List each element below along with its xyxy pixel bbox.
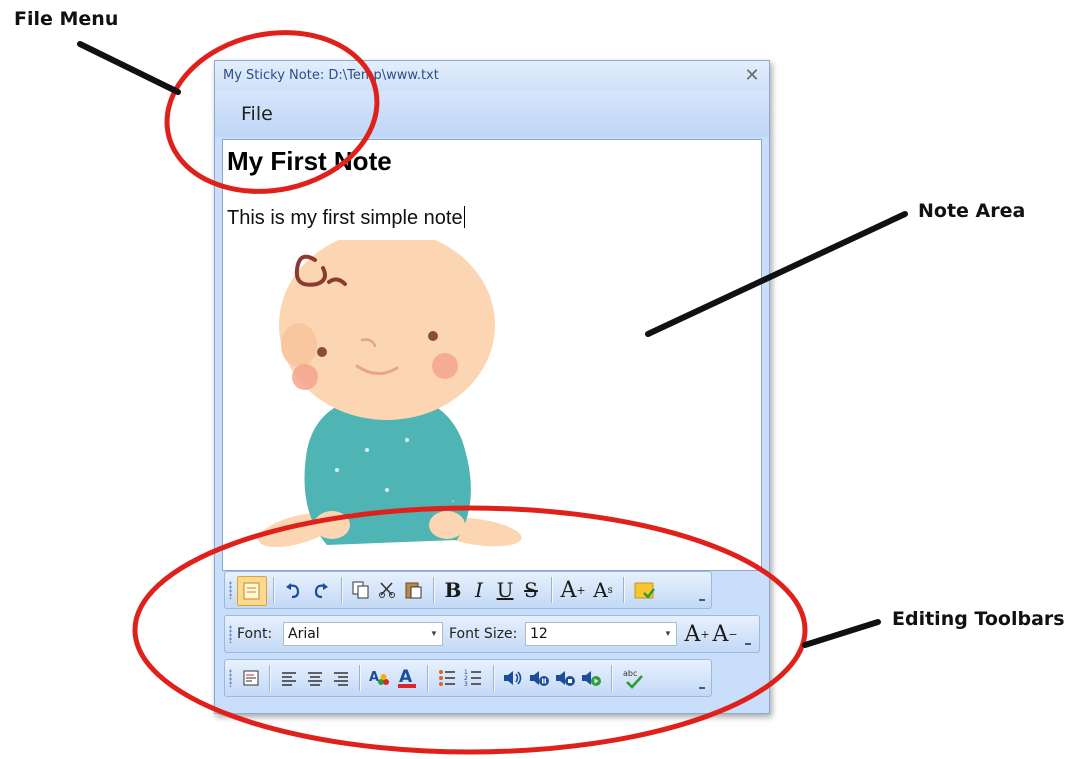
note-body-text: This is my first simple note — [227, 207, 463, 229]
window-title: My Sticky Note: D:\Temp\www.txt — [223, 68, 439, 83]
italic-icon[interactable]: I — [465, 576, 493, 604]
toolbars-pointer-line — [802, 619, 881, 648]
svg-text:3: 3 — [464, 681, 468, 688]
bold-icon[interactable]: B — [439, 576, 467, 604]
svg-text:abc: abc — [623, 669, 637, 678]
font-select[interactable]: Arial ▼ — [283, 622, 443, 646]
note-heading: My First Note — [227, 146, 392, 176]
svg-text:A: A — [369, 670, 379, 685]
note-body: This is my first simple note — [227, 206, 465, 230]
font-color-icon[interactable]: A — [393, 664, 421, 692]
font-size-select-value: 12 — [530, 626, 548, 642]
align-left-icon[interactable] — [237, 664, 265, 692]
align-center-icon[interactable] — [301, 664, 329, 692]
note-area[interactable]: My First Note This is my first simple no… — [222, 139, 762, 571]
superscript-icon[interactable]: A + — [559, 576, 587, 604]
sticky-note-icon[interactable] — [631, 576, 659, 604]
speak-icon[interactable] — [499, 664, 527, 692]
bullets-icon[interactable] — [433, 664, 461, 692]
align-left-text-icon[interactable] — [275, 664, 303, 692]
chevron-down-icon[interactable]: ▼ — [660, 623, 676, 645]
font-select-value: Arial — [288, 626, 320, 642]
file-menu-pointer-line — [77, 41, 181, 95]
shrink-font-icon[interactable]: A − — [711, 620, 739, 648]
spell-check-icon[interactable]: abc — [619, 664, 647, 692]
cut-icon[interactable] — [373, 576, 401, 604]
callout-note-area: Note Area — [918, 200, 1026, 222]
notes-icon[interactable] — [237, 576, 267, 606]
numbering-icon[interactable]: 123 — [459, 664, 487, 692]
font-label: Font: — [237, 626, 273, 642]
strikethrough-icon[interactable]: S — [517, 576, 545, 604]
underline-icon[interactable]: U — [491, 576, 519, 604]
sticky-note-window: My Sticky Note: D:\Temp\www.txt ✕ File M… — [214, 60, 770, 714]
editing-toolbars: B I U S A + As Font: Arial ▼ Font Size: 1… — [222, 569, 762, 709]
baby-illustration — [258, 240, 522, 548]
file-menu[interactable]: File — [239, 103, 275, 125]
close-icon[interactable]: ✕ — [741, 64, 763, 86]
speak-stop-icon[interactable] — [551, 664, 579, 692]
undo-icon[interactable] — [279, 576, 307, 604]
redo-icon[interactable] — [307, 576, 335, 604]
menu-bar: File — [215, 91, 769, 137]
copy-icon[interactable] — [347, 576, 375, 604]
toolbar-grip[interactable] — [229, 669, 232, 687]
text-caret — [463, 206, 465, 228]
chevron-down-icon[interactable]: ▼ — [426, 623, 442, 645]
font-size-label: Font Size: — [449, 626, 518, 642]
title-bar: My Sticky Note: D:\Temp\www.txt ✕ — [215, 61, 769, 91]
toolbar-paragraph: A A 123 abc — [224, 659, 712, 697]
toolbar-overflow-icon[interactable] — [697, 580, 707, 604]
toolbar-font: Font: Arial ▼ Font Size: 12 ▼ A + A − — [224, 615, 760, 653]
speak-record-icon[interactable] — [577, 664, 605, 692]
font-size-select[interactable]: 12 ▼ — [525, 622, 677, 646]
toolbar-edit: B I U S A + As — [224, 571, 712, 609]
grow-font-icon[interactable]: A + — [683, 620, 711, 648]
speak-pause-icon[interactable] — [525, 664, 553, 692]
highlight-color-icon[interactable]: A — [365, 664, 393, 692]
toolbar-grip[interactable] — [229, 625, 232, 643]
toolbar-overflow-icon[interactable] — [697, 668, 707, 692]
align-right-icon[interactable] — [327, 664, 355, 692]
subscript-icon[interactable]: As — [589, 576, 617, 604]
toolbar-grip[interactable] — [229, 581, 232, 599]
callout-editing-toolbars: Editing Toolbars — [892, 608, 1065, 630]
paste-icon[interactable] — [399, 576, 427, 604]
toolbar-overflow-icon[interactable] — [743, 624, 753, 648]
callout-file-menu: File Menu — [14, 8, 119, 30]
